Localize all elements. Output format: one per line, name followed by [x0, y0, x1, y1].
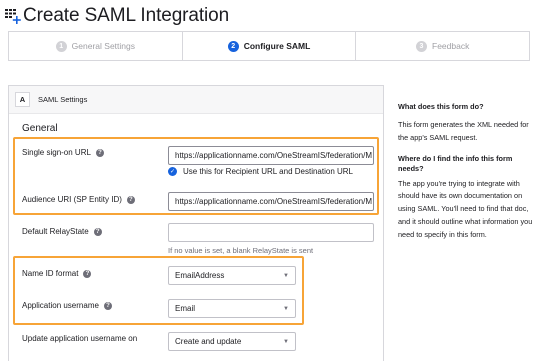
relay-state-label: Default RelayState ? — [22, 227, 102, 236]
step-label: Configure SAML — [243, 41, 311, 51]
app-username-select[interactable]: Email ▼ — [168, 299, 296, 318]
name-id-format-value: EmailAddress — [175, 271, 225, 280]
relay-state-input[interactable] — [168, 223, 374, 242]
card-header-label: SAML Settings — [38, 95, 88, 104]
question-circle-icon[interactable]: ? — [95, 148, 104, 157]
step-feedback[interactable]: 3 Feedback — [356, 32, 529, 60]
recipient-url-checkbox[interactable]: ✓ Use this for Recipient URL and Destina… — [168, 167, 353, 176]
caret-down-icon: ▼ — [283, 272, 289, 279]
step-label: Feedback — [432, 41, 470, 51]
question-circle-icon[interactable]: ? — [83, 269, 92, 278]
recipient-url-checkbox-label: Use this for Recipient URL and Destinati… — [183, 167, 354, 176]
step-number: 1 — [55, 40, 67, 52]
app-grid-plus-icon — [5, 9, 21, 24]
wizard-steps: 1 General Settings 2 Configure SAML 3 Fe… — [8, 31, 530, 61]
section-badge: A — [15, 92, 30, 107]
sso-url-label: Single sign-on URL ? — [22, 148, 104, 157]
sso-url-input[interactable]: https://applicationname.com/OneStreamIS/… — [168, 146, 374, 165]
help-answer-2: The app you're trying to integrate with … — [398, 178, 533, 239]
caret-down-icon: ▼ — [283, 305, 289, 312]
sso-url-label-text: Single sign-on URL — [22, 148, 91, 157]
check-circle-icon[interactable]: ✓ — [168, 167, 177, 176]
step-configure-saml[interactable]: 2 Configure SAML — [183, 32, 357, 60]
step-general-settings[interactable]: 1 General Settings — [9, 32, 183, 60]
step-number: 2 — [227, 40, 239, 52]
card-header: A SAML Settings — [9, 86, 383, 114]
audience-uri-label: Audience URI (SP Entity ID) ? — [22, 195, 135, 204]
step-number: 3 — [416, 40, 427, 52]
audience-uri-input[interactable]: https://applicationname.com/OneStreamIS/… — [168, 192, 374, 211]
help-aside: What does this form do? This form genera… — [398, 102, 534, 242]
update-username-select[interactable]: Create and update ▼ — [168, 332, 296, 351]
relay-state-hint: If no value is set, a blank RelayState i… — [168, 246, 314, 255]
name-id-format-label-text: Name ID format — [22, 269, 79, 278]
page-title: Create SAML Integration — [23, 5, 230, 26]
question-circle-icon[interactable]: ? — [126, 195, 135, 204]
relay-state-label-text: Default RelayState — [22, 227, 89, 236]
page-title-row: Create SAML Integration — [4, 4, 229, 28]
caret-down-icon: ▼ — [283, 338, 289, 345]
audience-uri-label-text: Audience URI (SP Entity ID) — [22, 195, 122, 204]
name-id-format-label: Name ID format ? — [22, 269, 92, 278]
app-username-label: Application username ? — [22, 301, 112, 310]
saml-settings-card: A SAML Settings General Single sign-on U… — [8, 85, 384, 361]
update-username-value: Create and update — [175, 337, 242, 346]
question-circle-icon[interactable]: ? — [103, 301, 112, 310]
help-question-2: Where do I find the info this form needs… — [398, 153, 513, 173]
question-circle-icon[interactable]: ? — [93, 227, 102, 236]
section-title: General — [22, 123, 58, 134]
update-username-label-text: Update application username on — [22, 334, 138, 343]
app-username-value: Email — [175, 304, 196, 313]
help-question-1: What does this form do? — [398, 102, 484, 111]
update-username-label: Update application username on — [22, 334, 137, 343]
app-username-label-text: Application username — [22, 301, 99, 310]
step-label: General Settings — [71, 41, 135, 51]
name-id-format-select[interactable]: EmailAddress ▼ — [168, 266, 296, 285]
help-answer-1: This form generates the XML needed for t… — [398, 120, 529, 142]
